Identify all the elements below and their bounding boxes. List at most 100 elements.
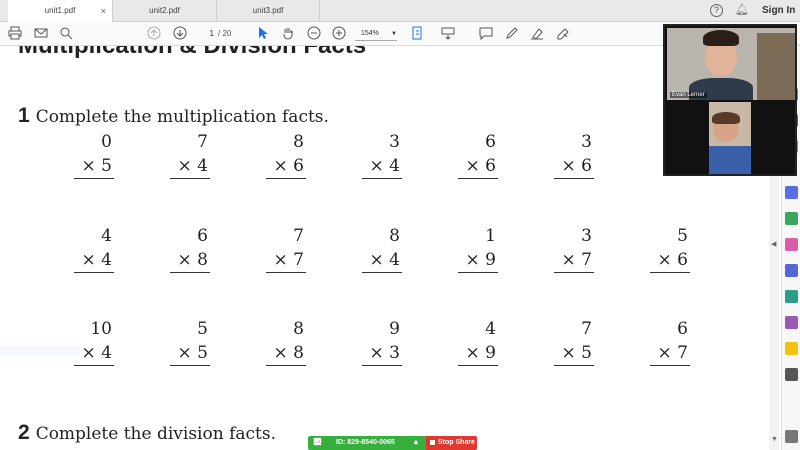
answer-line bbox=[74, 272, 114, 273]
problem-multiplier: × 4 bbox=[369, 156, 400, 176]
participant-name: Evan Lerner bbox=[670, 92, 707, 98]
problem-multiplier: × 9 bbox=[465, 343, 496, 363]
answer-line bbox=[650, 272, 690, 273]
answer-line bbox=[362, 272, 402, 273]
answer-line bbox=[554, 178, 594, 179]
answer-line bbox=[170, 365, 210, 366]
problem-multiplier: × 6 bbox=[465, 156, 496, 176]
protect-icon[interactable] bbox=[785, 264, 798, 277]
multiplication-problem: 1 × 9 bbox=[446, 226, 498, 273]
screen-share-bar: 📶︎ ID: 829-8540-0065 🔒︎ Stop Share bbox=[308, 436, 477, 450]
stop-share-button[interactable]: Stop Share bbox=[426, 436, 477, 450]
problem-multiplier: × 8 bbox=[273, 343, 304, 363]
problem-multiplier: × 8 bbox=[177, 250, 208, 270]
video-panel[interactable]: Evan Lerner bbox=[663, 24, 797, 176]
zoom-select[interactable]: 154% ▼ bbox=[355, 27, 397, 41]
collapse-panel-icon[interactable]: ◀ bbox=[771, 240, 776, 248]
problem-multiplier: × 9 bbox=[465, 250, 496, 270]
tab-label: unit3.pdf bbox=[252, 6, 284, 15]
answer-line bbox=[650, 365, 690, 366]
problem-factor: 5 bbox=[197, 319, 208, 339]
problem-multiplier: × 6 bbox=[561, 156, 592, 176]
chevron-down-icon: ▼ bbox=[391, 31, 397, 37]
page-number-input[interactable]: 1 bbox=[196, 27, 214, 41]
tab-label: unit2.pdf bbox=[149, 6, 180, 15]
meeting-id[interactable]: 📶︎ ID: 829-8540-0065 🔒︎ bbox=[308, 436, 426, 450]
organize-icon[interactable] bbox=[785, 212, 798, 225]
answer-line bbox=[458, 365, 498, 366]
help-icon[interactable]: ? bbox=[710, 4, 723, 17]
multiplication-problem: 6 × 7 bbox=[638, 319, 690, 366]
multiplication-problem: 7 × 5 bbox=[542, 319, 594, 366]
comment-icon[interactable] bbox=[478, 26, 494, 42]
send-sign-icon[interactable] bbox=[785, 316, 798, 329]
problem-factor: 7 bbox=[197, 132, 208, 152]
problem-factor: 8 bbox=[389, 226, 400, 246]
tab-label: unit1.pdf bbox=[44, 6, 76, 15]
section-text: Complete the multiplication facts. bbox=[35, 107, 329, 127]
multiplication-problem: 5 × 6 bbox=[638, 226, 690, 273]
share-icon: 📶︎ bbox=[313, 439, 322, 446]
search-icon[interactable] bbox=[58, 26, 74, 42]
self-video[interactable] bbox=[709, 102, 751, 174]
participant-video[interactable]: Evan Lerner bbox=[667, 28, 795, 100]
tools-icon[interactable] bbox=[785, 368, 798, 381]
problem-multiplier: × 6 bbox=[657, 250, 688, 270]
section-text: Complete the division facts. bbox=[35, 424, 276, 444]
tab-unit1[interactable]: unit1.pdf × bbox=[8, 0, 112, 22]
problem-factor: 5 bbox=[677, 226, 688, 246]
sign-in-button[interactable]: Sign In bbox=[762, 5, 795, 16]
cursor-icon[interactable] bbox=[255, 26, 271, 42]
fill-sign-icon[interactable] bbox=[785, 238, 798, 251]
answer-line bbox=[554, 272, 594, 273]
multiplication-problem: 10 × 4 bbox=[62, 319, 114, 366]
page-down-icon[interactable] bbox=[172, 26, 188, 42]
problem-multiplier: × 7 bbox=[273, 250, 304, 270]
read-mode-icon[interactable] bbox=[440, 26, 456, 42]
multiplication-problem: 6 × 8 bbox=[158, 226, 210, 273]
zoom-value: 154% bbox=[361, 30, 379, 37]
scroll-down-icon[interactable]: ▼ bbox=[771, 436, 778, 443]
page-heading: Multiplication & Division Facts bbox=[18, 46, 366, 60]
problem-factor: 6 bbox=[485, 132, 496, 152]
fit-page-icon[interactable] bbox=[410, 26, 426, 42]
video-person-hair bbox=[703, 30, 739, 46]
answer-line bbox=[266, 365, 306, 366]
close-tab-icon[interactable]: × bbox=[101, 0, 106, 22]
problem-factor: 4 bbox=[101, 226, 112, 246]
bell-icon[interactable]: 🔔︎ bbox=[735, 3, 749, 16]
expand-icon[interactable] bbox=[785, 430, 798, 443]
answer-line bbox=[458, 178, 498, 179]
tab-unit3[interactable]: unit3.pdf bbox=[216, 0, 320, 22]
problem-factor: 8 bbox=[293, 319, 304, 339]
tab-unit2[interactable]: unit2.pdf bbox=[112, 0, 216, 22]
multiplication-problem: 4 × 9 bbox=[446, 319, 498, 366]
print-icon[interactable] bbox=[7, 26, 23, 42]
multiplication-problem: 8 × 6 bbox=[254, 132, 306, 179]
lock-icon: 🔒︎ bbox=[414, 439, 418, 446]
problem-multiplier: × 5 bbox=[561, 343, 592, 363]
comment-tool-icon[interactable] bbox=[785, 342, 798, 355]
problem-multiplier: × 5 bbox=[81, 156, 112, 176]
self-video-shirt bbox=[709, 146, 751, 174]
email-icon[interactable] bbox=[33, 26, 49, 42]
answer-line bbox=[362, 365, 402, 366]
problem-multiplier: × 6 bbox=[273, 156, 304, 176]
multiplication-problem: 8 × 8 bbox=[254, 319, 306, 366]
zoom-in-icon[interactable] bbox=[331, 26, 347, 42]
problem-multiplier: × 4 bbox=[177, 156, 208, 176]
pen-icon[interactable] bbox=[504, 26, 520, 42]
sign-icon[interactable] bbox=[555, 26, 571, 42]
highlight-icon[interactable] bbox=[529, 26, 545, 42]
problem-factor: 10 bbox=[90, 319, 112, 339]
zoom-out-icon[interactable] bbox=[306, 26, 322, 42]
problem-multiplier: × 3 bbox=[369, 343, 400, 363]
hand-icon[interactable] bbox=[280, 26, 296, 42]
self-video-hair bbox=[712, 112, 740, 124]
combine-icon[interactable] bbox=[785, 186, 798, 199]
problem-factor: 1 bbox=[485, 226, 496, 246]
page-up-icon[interactable] bbox=[146, 26, 162, 42]
multiplication-problem: 7 × 7 bbox=[254, 226, 306, 273]
multiplication-problem: 0 × 5 bbox=[62, 132, 114, 179]
optimize-icon[interactable] bbox=[785, 290, 798, 303]
